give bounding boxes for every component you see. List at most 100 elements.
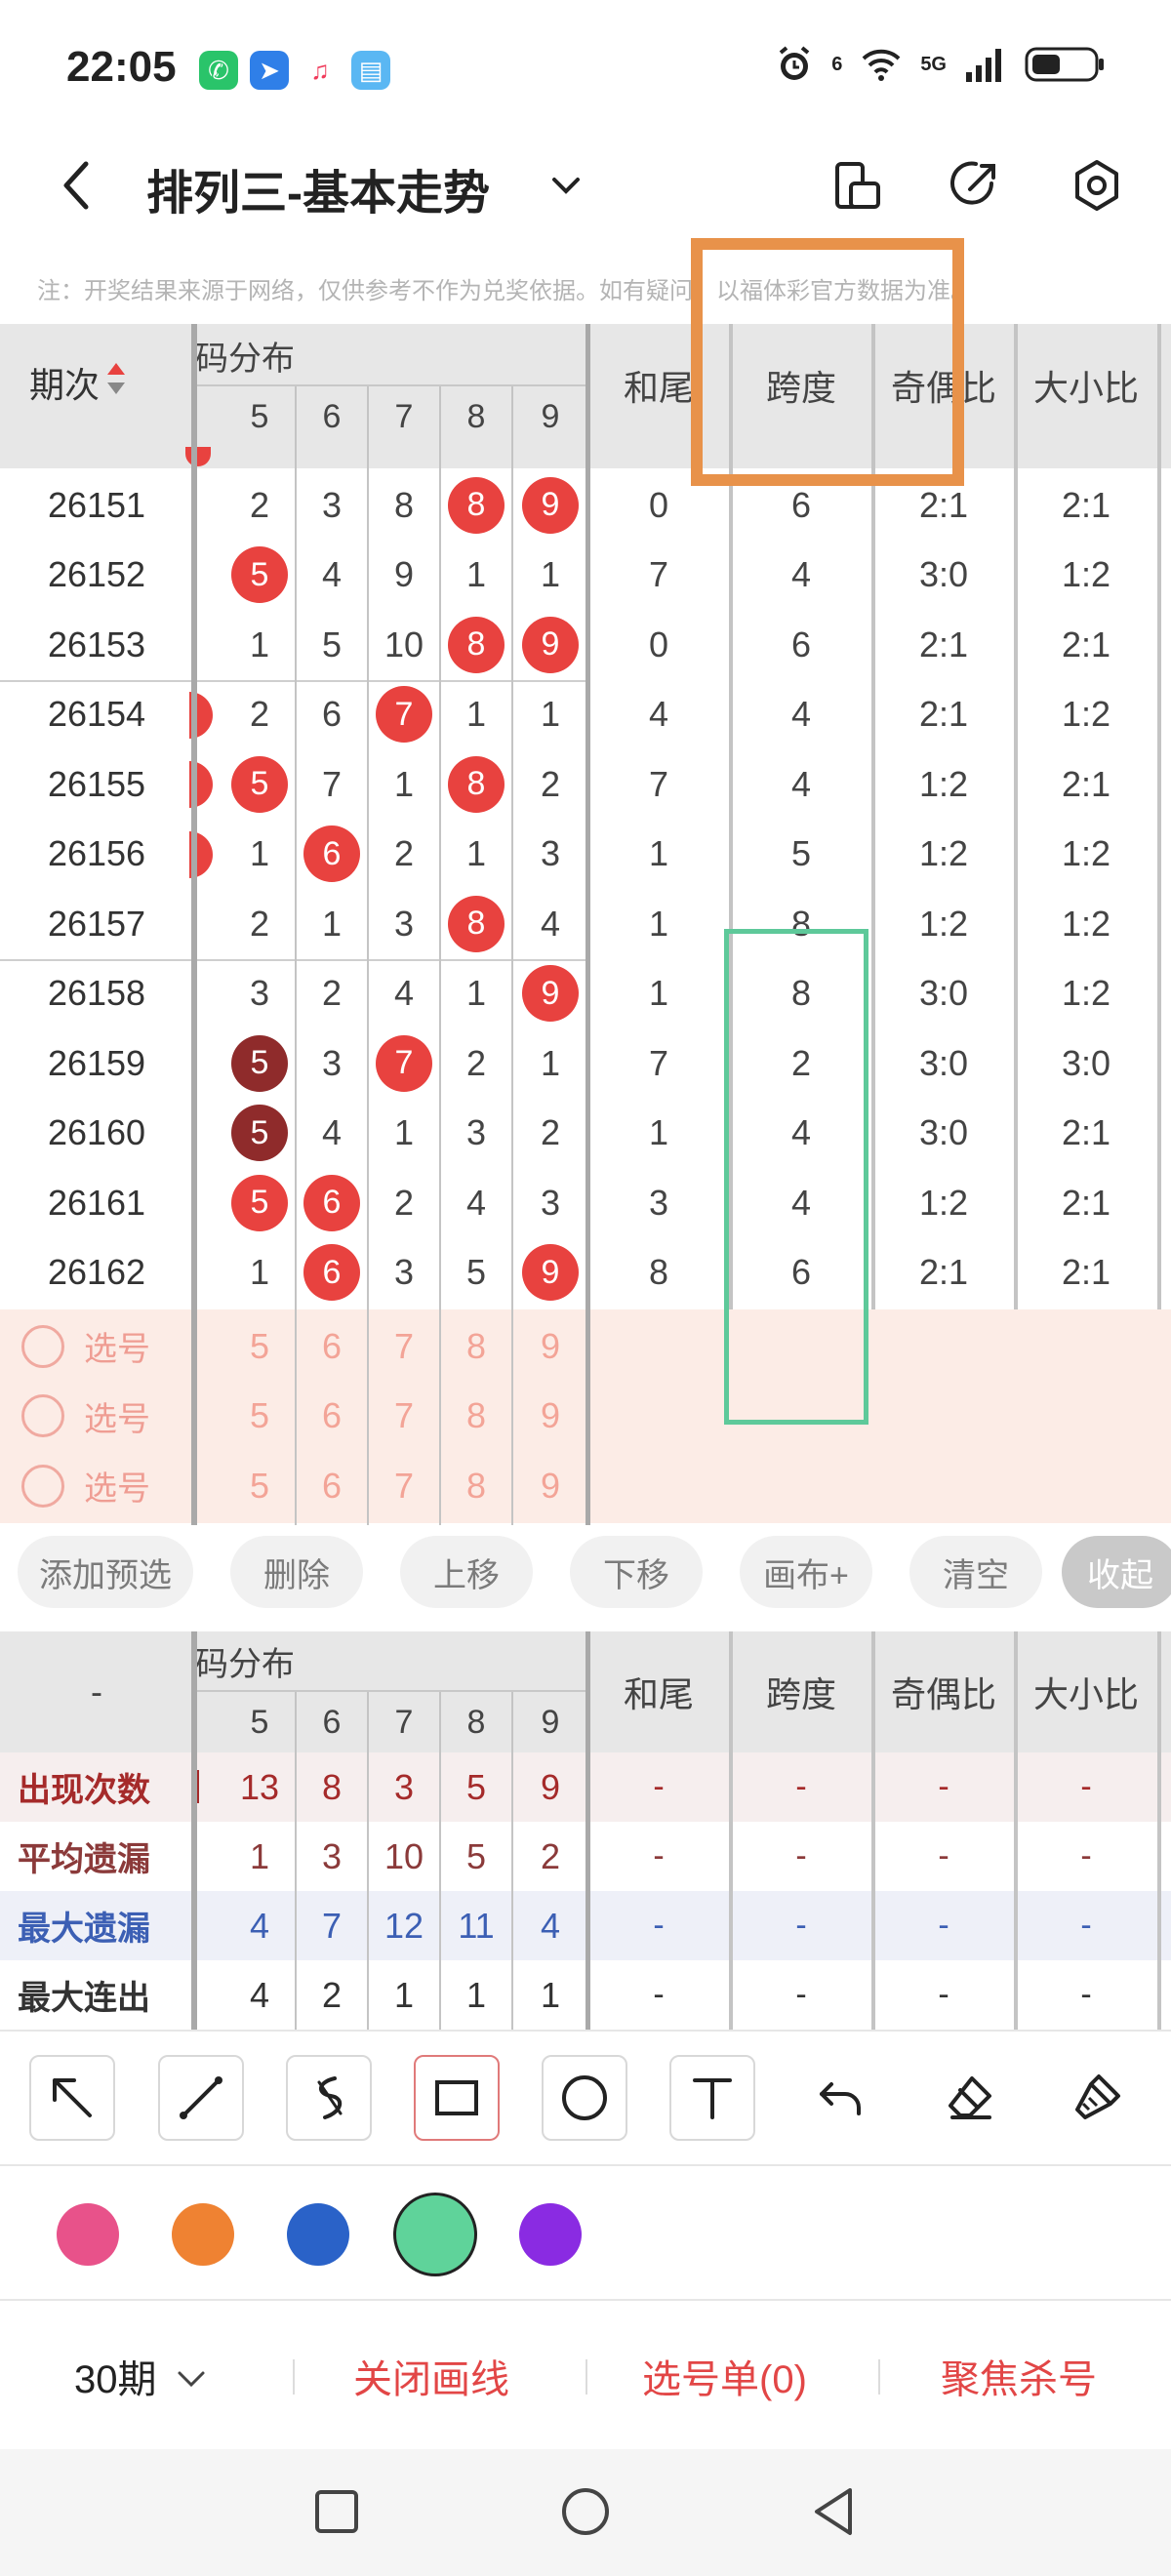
- action-button[interactable]: 画布+: [740, 1536, 872, 1608]
- text-tool-button[interactable]: [669, 2055, 755, 2141]
- period-select[interactable]: 30期: [74, 2348, 209, 2404]
- action-button[interactable]: 删除: [230, 1536, 363, 1608]
- action-button[interactable]: 上移: [400, 1536, 533, 1608]
- rectangle-icon: [435, 2080, 478, 2115]
- select-digit[interactable]: 9: [514, 1311, 586, 1382]
- brush-tool-button[interactable]: [1054, 2055, 1140, 2141]
- column-divider: [1014, 324, 1018, 1309]
- omission-cell: 3: [249, 973, 270, 1014]
- close-lines-button[interactable]: 关闭画线: [353, 2348, 509, 2404]
- select-digit[interactable]: 5: [223, 1382, 296, 1452]
- color-swatch[interactable]: [57, 2203, 119, 2266]
- period-cell: 26158: [47, 973, 146, 1014]
- select-row[interactable]: 选号: [21, 1382, 187, 1452]
- sort-icon[interactable]: [105, 359, 127, 407]
- period-cell: 26160: [47, 1112, 146, 1153]
- number-distribution-header: 号码分布: [195, 1646, 295, 1683]
- select-digit[interactable]: 9: [514, 1382, 586, 1452]
- notification-icons: ✆ ➤ ♫ ▤: [199, 51, 390, 90]
- select-radio[interactable]: [21, 1394, 64, 1438]
- music-icon: ♫: [301, 51, 340, 90]
- select-digit[interactable]: 7: [368, 1382, 440, 1452]
- share-icon[interactable]: [947, 158, 1001, 213]
- line-icon: [180, 2076, 222, 2119]
- action-button[interactable]: 收起: [1062, 1536, 1171, 1608]
- trend-table: 期次号码分布56789和尾跨度奇偶比大小比2615123889062:12:12…: [0, 324, 1171, 1525]
- select-digit[interactable]: 8: [440, 1382, 512, 1452]
- omission-cell: 1: [465, 973, 487, 1014]
- line-tool-button[interactable]: [158, 2055, 244, 2141]
- home-circle-icon[interactable]: [556, 2482, 615, 2541]
- back-arrow-icon[interactable]: [49, 156, 107, 215]
- column-divider: [295, 386, 297, 1525]
- period-cell: 26151: [47, 484, 146, 525]
- digit-cell: 8: [440, 470, 512, 541]
- digit-cell: 5: [223, 541, 296, 611]
- back-triangle-icon[interactable]: [805, 2482, 864, 2541]
- settings-icon[interactable]: [1070, 158, 1124, 213]
- undo-tool-button[interactable]: [798, 2055, 884, 2141]
- rectangle-tool-button[interactable]: [414, 2055, 500, 2141]
- hewei-cell: 8: [648, 1252, 669, 1293]
- daxiao-cell: 2:1: [1061, 624, 1111, 664]
- action-button[interactable]: 添加预选: [18, 1536, 193, 1608]
- select-digit[interactable]: 8: [440, 1311, 512, 1382]
- kuadu-cell: 8: [790, 973, 812, 1014]
- select-digit[interactable]: 5: [223, 1451, 296, 1521]
- orientation-icon[interactable]: [829, 158, 884, 213]
- column-divider: [511, 1692, 513, 2030]
- eraser-tool-button[interactable]: [927, 2055, 1013, 2141]
- action-button[interactable]: 清空: [909, 1536, 1042, 1608]
- recents-square-icon[interactable]: [307, 2482, 366, 2541]
- chevron-down-icon[interactable]: [546, 166, 586, 205]
- omission-cell: 3: [393, 1252, 415, 1293]
- circle-tool-button[interactable]: [542, 2055, 627, 2141]
- color-swatch[interactable]: [393, 2193, 477, 2276]
- odd-even-header: 奇偶比: [890, 368, 996, 408]
- wifi-icon: [862, 49, 901, 81]
- select-digit[interactable]: 6: [296, 1382, 368, 1452]
- chevron-down-icon: [178, 2371, 205, 2388]
- stat-value: -: [1080, 1907, 1092, 1944]
- hewei-cell: 1: [648, 1112, 669, 1153]
- sum-tail-header: 和尾: [623, 368, 694, 408]
- select-digit[interactable]: 5: [223, 1311, 296, 1382]
- focus-kill-button[interactable]: 聚焦杀号: [941, 2348, 1097, 2404]
- stat-value: -: [938, 1976, 949, 2013]
- select-digit[interactable]: 6: [296, 1451, 368, 1521]
- divider: [293, 2359, 295, 2395]
- color-swatch[interactable]: [172, 2203, 234, 2266]
- navigation-app-icon: ➤: [250, 51, 289, 90]
- select-digit[interactable]: 7: [368, 1451, 440, 1521]
- select-digit[interactable]: 6: [296, 1311, 368, 1382]
- page-title[interactable]: 排列三-基本走势: [146, 154, 490, 222]
- digit-column-header: 7: [394, 397, 414, 435]
- period-select-label: 30期: [74, 2358, 157, 2401]
- digit-column-header: 6: [322, 397, 342, 435]
- arrow-tool-button[interactable]: [29, 2055, 115, 2141]
- column-divider: [871, 324, 875, 1309]
- column-divider: [729, 1631, 733, 2030]
- color-swatch[interactable]: [519, 2203, 582, 2266]
- select-digit[interactable]: 7: [368, 1311, 440, 1382]
- action-button[interactable]: 下移: [570, 1536, 703, 1608]
- stat-value: 1: [249, 1835, 270, 1876]
- kuadu-cell: 2: [790, 1042, 812, 1083]
- select-digit[interactable]: 8: [440, 1451, 512, 1521]
- kuadu-cell: 4: [790, 1182, 812, 1223]
- color-swatch[interactable]: [287, 2203, 349, 2266]
- select-digit[interactable]: 9: [514, 1451, 586, 1521]
- curve-icon: [317, 2076, 343, 2119]
- hit-ball: 5: [231, 1105, 288, 1162]
- pick-list-button[interactable]: 选号单(0): [642, 2348, 807, 2404]
- drawing-toolbar: [0, 2030, 1171, 2166]
- column-divider: [586, 324, 590, 1525]
- curve-tool-button[interactable]: [286, 2055, 372, 2141]
- odd-even-header: 奇偶比: [890, 1674, 996, 1714]
- stat-value: -: [653, 1768, 665, 1805]
- select-radio[interactable]: [21, 1464, 64, 1508]
- stat-value: 3: [321, 1835, 343, 1876]
- select-row[interactable]: 选号: [21, 1451, 187, 1521]
- select-row[interactable]: 选号: [21, 1311, 187, 1382]
- select-radio[interactable]: [21, 1324, 64, 1368]
